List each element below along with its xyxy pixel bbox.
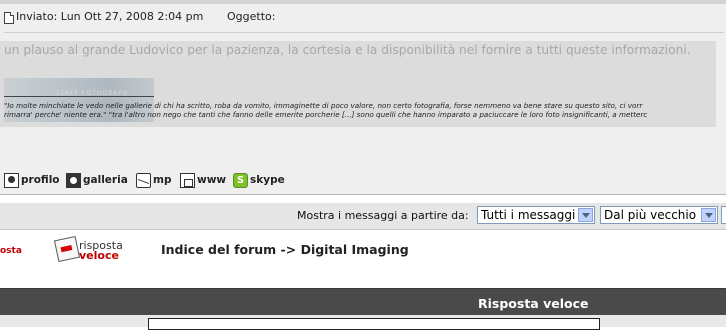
forum-navigation: osta risposta veloce Indice del forum ->…: [0, 230, 726, 288]
messages-filter-value: Tutti i messaggi: [481, 208, 576, 222]
gallery-label: galleria: [83, 174, 128, 186]
signature-divider: [4, 96, 154, 97]
signature-quote-line-2: rimarra' perche' niente era." "tra l'alt…: [4, 110, 648, 119]
gallery-icon: [66, 172, 81, 188]
signature-quote: "Io molte minchiate le vedo nelle galler…: [4, 101, 726, 119]
website-link[interactable]: www: [180, 170, 226, 190]
post-message: un plauso al grande Ludovico per la pazi…: [4, 43, 691, 57]
profile-icon: [4, 172, 19, 188]
post-subject-label: Oggetto:: [227, 10, 276, 23]
message-sort-bar: Mostra i messaggi a partire da: Tutti i …: [0, 203, 726, 230]
post-header: Inviato: Lun Ott 27, 2008 2:04 pm Oggett…: [0, 4, 726, 32]
chevron-down-icon[interactable]: [701, 208, 716, 222]
go-button[interactable]: [721, 206, 726, 224]
quick-reply-icon[interactable]: [53, 235, 81, 263]
envelope-icon: [136, 172, 151, 188]
house-icon: [180, 172, 195, 188]
post-header-rule: [4, 32, 724, 33]
website-label: www: [197, 174, 227, 186]
profile-label: profilo: [21, 174, 60, 186]
skype-label: skype: [250, 174, 285, 186]
breadcrumb[interactable]: Indice del forum -> Digital Imaging: [161, 242, 409, 257]
private-message-link[interactable]: mp: [136, 170, 171, 190]
quick-reply-header: Risposta veloce: [0, 288, 726, 316]
skype-link[interactable]: S skype: [233, 170, 285, 190]
private-message-label: mp: [153, 174, 172, 186]
chevron-down-icon[interactable]: [578, 208, 593, 222]
post-date: Inviato: Lun Ott 27, 2008 2:04 pm: [16, 10, 204, 23]
post-document-icon[interactable]: [4, 12, 14, 24]
messages-filter-select[interactable]: Tutti i messaggi: [477, 206, 595, 224]
sort-label: Mostra i messaggi a partire da:: [297, 209, 469, 222]
gallery-link[interactable]: galleria: [66, 170, 128, 190]
contact-bar: profilo galleria mp www S skype: [0, 170, 400, 190]
signature-quote-line-1: "Io molte minchiate le vedo nelle galler…: [4, 101, 643, 110]
new-post-link[interactable]: osta: [0, 246, 22, 256]
sort-order-select[interactable]: Dal più vecchio: [600, 206, 718, 224]
sort-order-value: Dal più vecchio: [604, 208, 697, 222]
quick-reply-link-line2[interactable]: veloce: [79, 249, 119, 262]
forum-post: Inviato: Lun Ott 27, 2008 2:04 pm Oggett…: [0, 4, 726, 194]
quick-reply-textarea[interactable]: [148, 318, 600, 330]
skype-icon: S: [233, 172, 248, 188]
quick-reply-title: Risposta veloce: [478, 296, 589, 311]
profile-link[interactable]: profilo: [4, 170, 60, 190]
post-separator: [0, 194, 726, 195]
